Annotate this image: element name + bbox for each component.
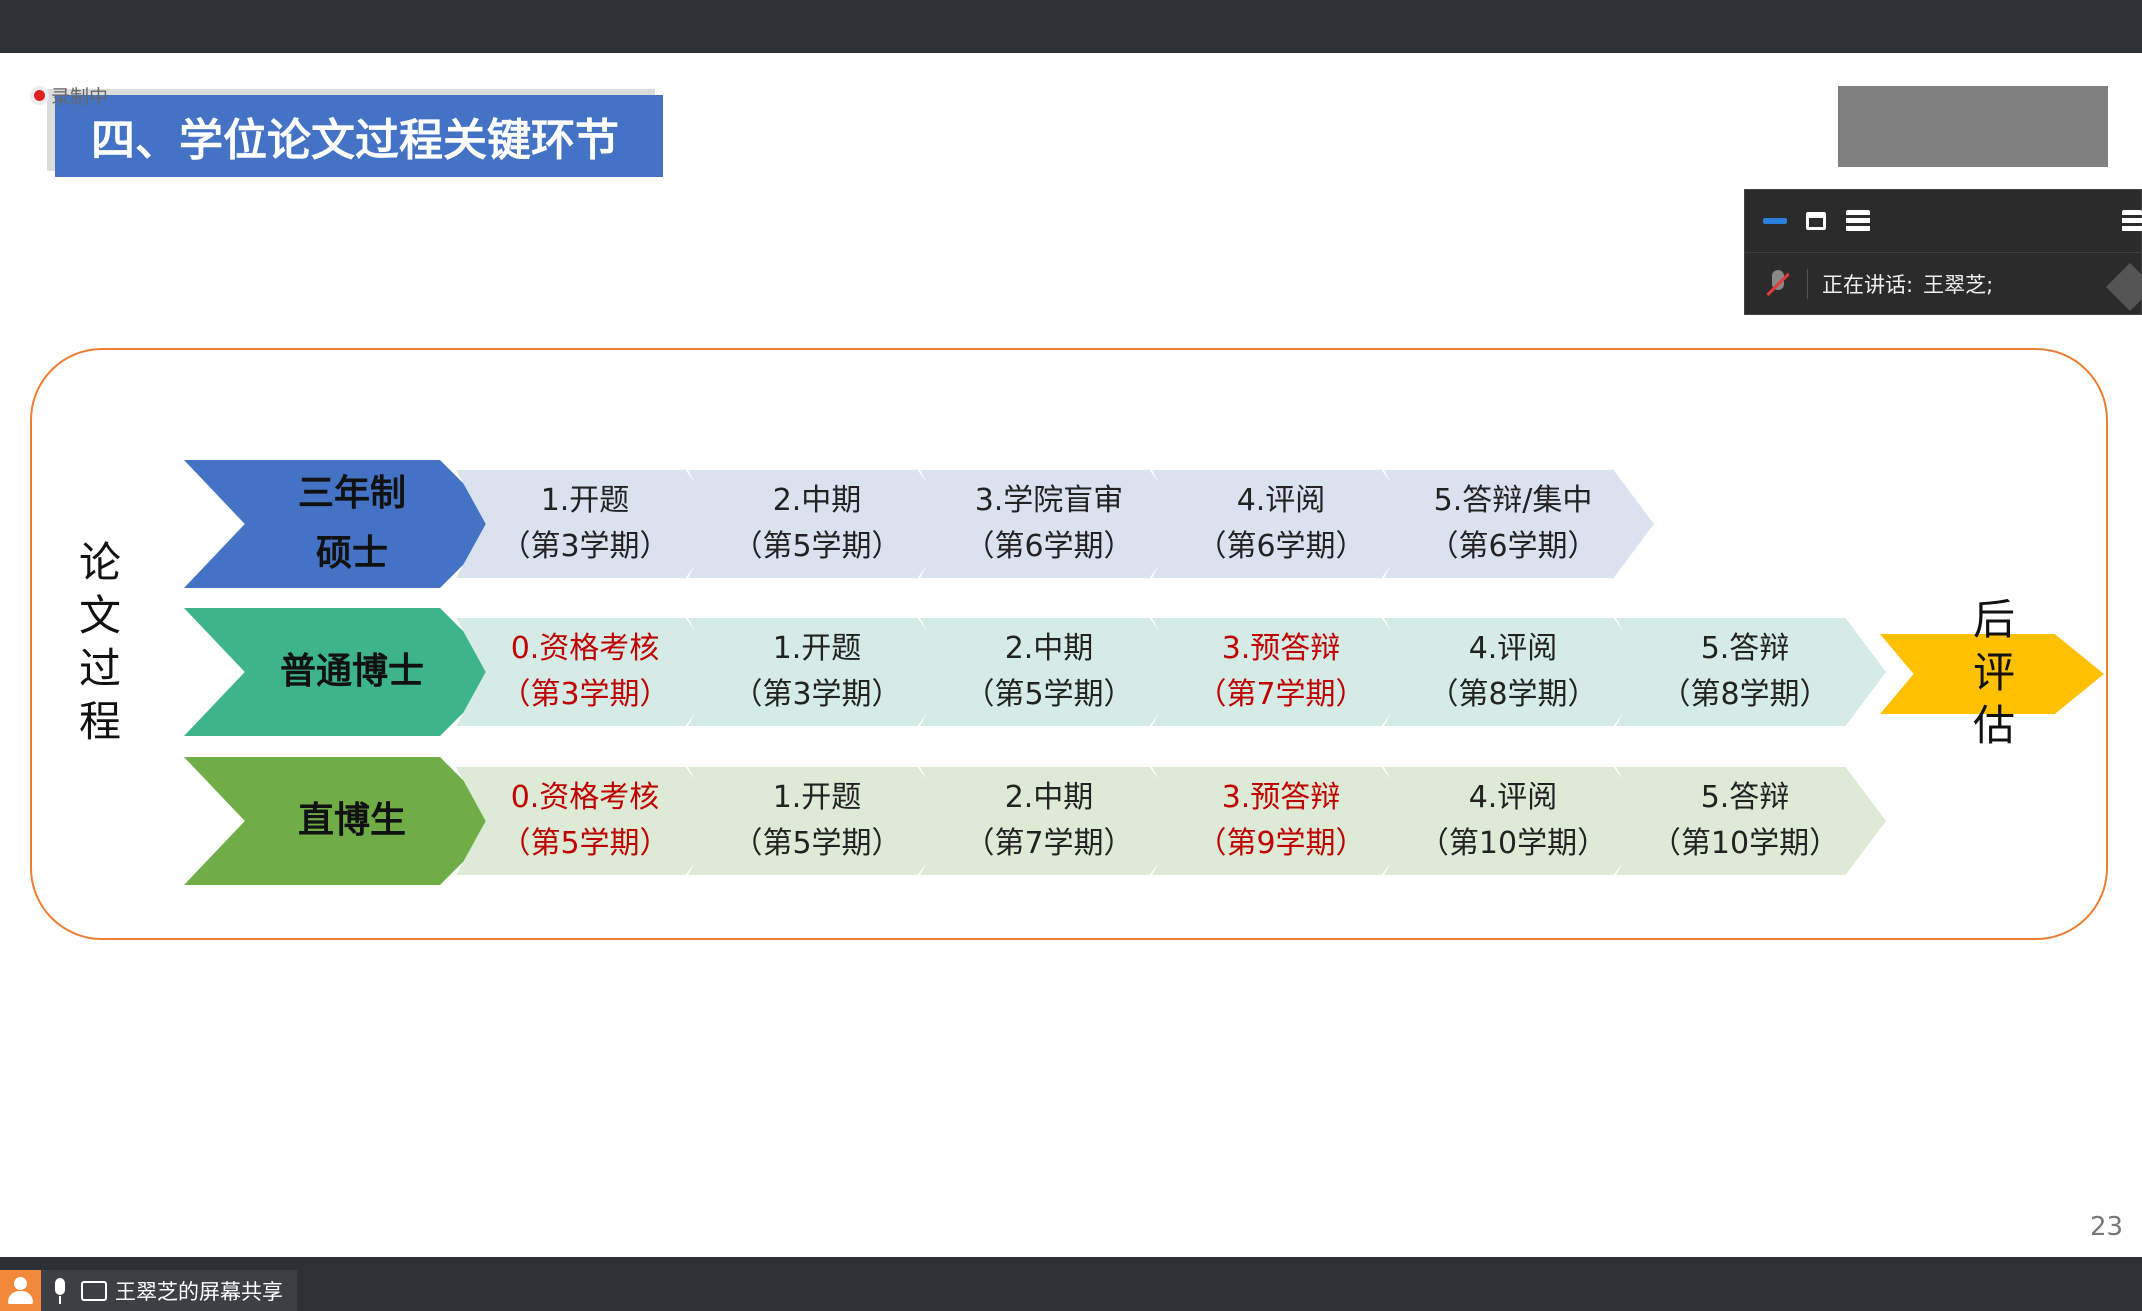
side-right-char: 评 [1972,648,2015,697]
speaker-panel[interactable]: 正在讲话: 王翠芝; [1744,189,2142,315]
process-step: 5.答辩 （第8学期） [1616,618,1886,726]
page-number: 23 [2090,1212,2124,1242]
maximize-icon[interactable] [1803,209,1829,233]
step-label: 5.答辩/集中 [1433,483,1593,518]
list-icon[interactable] [1845,209,1871,233]
process-step: 5.答辩 （第10学期） [1616,767,1886,875]
side-left-char: 文 [78,591,121,640]
row-head-line: 普通博士 [279,651,424,692]
step-term: （第3学期） [500,677,670,712]
step-term: （第6学期） [1428,529,1598,564]
mic-muted-icon[interactable] [1759,264,1799,304]
process-step: 0.资格考核 （第3学期） [456,618,726,726]
step-term: （第6学期） [964,529,1134,564]
process-step: 1.开题 （第3学期） [456,470,726,578]
step-term: （第7学期） [1196,677,1366,712]
side-left-char: 过 [78,644,121,693]
process-step: 1.开题 （第3学期） [688,618,958,726]
step-label: 3.预答辩 [1221,631,1341,666]
screen-share-icon[interactable] [81,1280,107,1301]
step-term: （第6学期） [1196,529,1366,564]
step-term: （第10学期） [1418,826,1608,861]
drag-handle-icon[interactable] [2105,262,2142,312]
side-right-char: 估 [1972,701,2015,750]
process-step: 1.开题 （第5学期） [688,767,958,875]
step-term: （第5学期） [500,826,670,861]
side-left-char: 论 [78,538,121,587]
step-term: （第10学期） [1650,826,1840,861]
screen-share-indicator[interactable]: 王翠芝的屏幕共享 [0,1270,297,1311]
recording-indicator: 录制中 [34,84,109,108]
process-step: 2.中期 （第7学期） [920,767,1190,875]
video-placeholder [1838,86,2108,167]
step-label: 0.资格考核 [510,631,660,666]
step-term: （第3学期） [732,677,902,712]
screen-share-label: 王翠芝的屏幕共享 [115,1279,283,1304]
process-step: 4.评阅 （第10学期） [1384,767,1654,875]
side-right-char: 后 [1972,595,2015,644]
step-term: （第5学期） [964,677,1134,712]
step-label: 1.开题 [772,631,862,666]
side-label-right: 后 评 估 [1962,593,2026,752]
minimize-icon[interactable] [1762,209,1788,233]
step-label: 5.答辩 [1700,780,1790,815]
mic-icon[interactable] [49,1276,71,1306]
step-label: 0.资格考核 [510,780,660,815]
process-step: 5.答辩/集中 （第6学期） [1384,470,1654,578]
user-icon[interactable] [0,1270,41,1311]
step-label: 3.预答辩 [1221,780,1341,815]
process-step: 3.预答辩 （第7学期） [1152,618,1422,726]
side-left-char: 程 [78,697,121,746]
speaking-label: 正在讲话: [1822,273,1914,297]
step-label: 4.评阅 [1236,483,1326,518]
step-label: 2.中期 [772,483,862,518]
step-term: （第3学期） [500,529,670,564]
step-label: 2.中期 [1004,631,1094,666]
record-dot-icon [34,89,45,101]
process-step: 2.中期 （第5学期） [920,618,1190,726]
step-label: 4.评阅 [1468,780,1558,815]
step-term: （第8学期） [1428,677,1598,712]
side-label-left: 论 文 过 程 [68,536,132,748]
step-label: 4.评阅 [1468,631,1558,666]
step-term: （第9学期） [1196,826,1366,861]
process-step: 3.学院盲审 （第6学期） [920,470,1190,578]
step-term: （第5学期） [732,826,902,861]
step-term: （第7学期） [964,826,1134,861]
step-label: 1.开题 [540,483,630,518]
process-step: 0.资格考核 （第5学期） [456,767,726,875]
top-bar [0,0,2142,53]
speaking-row: 正在讲话: 王翠芝; [1745,252,2142,316]
step-term: （第8学期） [1660,677,1830,712]
menu-icon[interactable] [2119,209,2142,233]
process-step: 4.评阅 （第6学期） [1152,470,1422,578]
recording-label: 录制中 [51,85,109,108]
panel-controls [1745,190,2142,253]
step-term: （第5学期） [732,529,902,564]
bottom-bar [0,1257,2142,1311]
row-head-line: 直博生 [297,800,406,841]
process-step: 4.评阅 （第8学期） [1384,618,1654,726]
step-label: 1.开题 [772,780,862,815]
slide-title: 四、学位论文过程关键环节 [55,95,663,177]
row-head-line: 三年制 [297,473,406,514]
step-label: 3.学院盲审 [974,483,1124,518]
row-head-line: 硕士 [315,533,388,574]
process-step: 3.预答辩 （第9学期） [1152,767,1422,875]
separator [1807,269,1808,299]
speaker-name: 王翠芝; [1923,273,1994,297]
step-label: 5.答辩 [1700,631,1790,666]
process-step: 2.中期 （第5学期） [688,470,958,578]
step-label: 2.中期 [1004,780,1094,815]
